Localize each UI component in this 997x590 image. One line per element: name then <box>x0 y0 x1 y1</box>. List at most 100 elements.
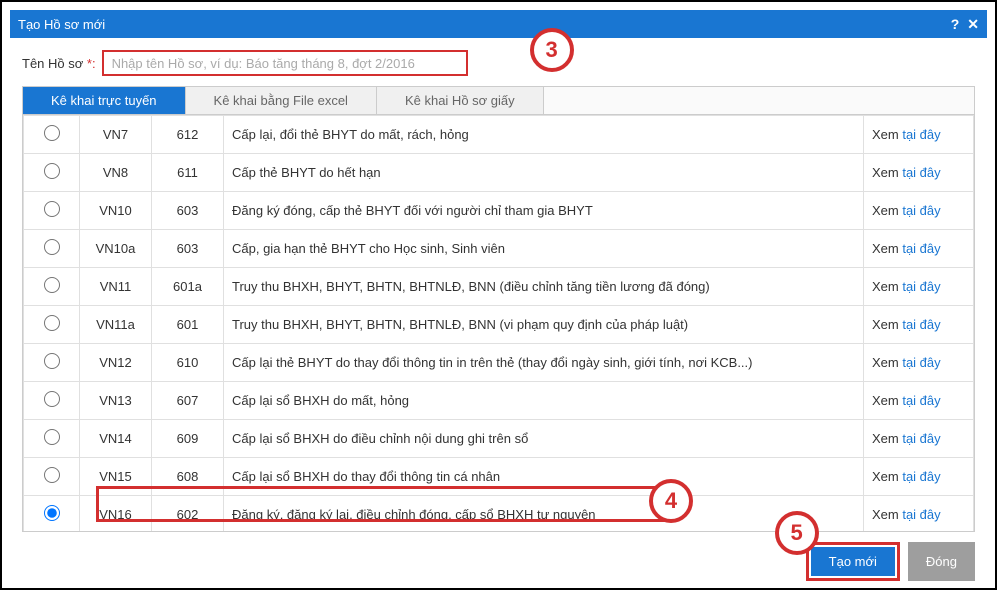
row-radio[interactable] <box>44 125 60 141</box>
view-link[interactable]: tại đây <box>902 431 940 446</box>
help-icon[interactable]: ? <box>951 16 960 33</box>
row-code: VN12 <box>80 344 152 382</box>
name-input[interactable] <box>102 50 468 76</box>
table-row: VN10603Đăng ký đóng, cấp thẻ BHYT đối vớ… <box>24 192 974 230</box>
view-link[interactable]: tại đây <box>902 393 940 408</box>
row-radio[interactable] <box>44 353 60 369</box>
row-radio[interactable] <box>44 163 60 179</box>
row-num: 610 <box>152 344 224 382</box>
table-row: VN7612Cấp lại, đổi thẻ BHYT do mất, rách… <box>24 116 974 154</box>
row-desc: Cấp, gia hạn thẻ BHYT cho Học sinh, Sinh… <box>224 230 864 268</box>
row-code: VN7 <box>80 116 152 154</box>
close-icon[interactable]: ✕ <box>967 16 979 33</box>
row-desc: Cấp thẻ BHYT do hết hạn <box>224 154 864 192</box>
row-desc: Đăng ký đóng, cấp thẻ BHYT đối với người… <box>224 192 864 230</box>
table-row: VN13607Cấp lại sổ BHXH do mất, hỏngXem t… <box>24 382 974 420</box>
row-link-cell: Xem tại đây <box>864 230 974 268</box>
callout-5: 5 <box>775 511 819 555</box>
table-row: VN10a603Cấp, gia hạn thẻ BHYT cho Học si… <box>24 230 974 268</box>
row-desc: Cấp lại, đổi thẻ BHYT do mất, rách, hỏng <box>224 116 864 154</box>
name-label: Tên Hồ sơ *: <box>22 56 96 71</box>
row-num: 607 <box>152 382 224 420</box>
row-num: 601 <box>152 306 224 344</box>
row-num: 612 <box>152 116 224 154</box>
view-link[interactable]: tại đây <box>902 127 940 142</box>
tab-right-label <box>950 87 974 114</box>
tab-online[interactable]: Kê khai trực tuyến <box>23 87 186 114</box>
row-radio[interactable] <box>44 239 60 255</box>
dialog-header: Tạo Hồ sơ mới ? ✕ <box>10 10 987 38</box>
close-button[interactable]: Đóng <box>908 542 975 581</box>
row-num: 602 <box>152 496 224 532</box>
row-desc: Cấp lại sổ BHXH do mất, hỏng <box>224 382 864 420</box>
view-link[interactable]: tại đây <box>902 469 940 484</box>
row-desc: Đăng ký, đăng ký lại, điều chỉnh đóng, c… <box>224 496 864 532</box>
create-button[interactable]: Tạo mới <box>811 547 895 576</box>
table-row: VN11601aTruy thu BHXH, BHYT, BHTN, BHTNL… <box>24 268 974 306</box>
row-desc: Truy thu BHXH, BHYT, BHTN, BHTNLĐ, BNN (… <box>224 268 864 306</box>
row-desc: Truy thu BHXH, BHYT, BHTN, BHTNLĐ, BNN (… <box>224 306 864 344</box>
dialog-footer: 5 Tạo mới Đóng <box>10 532 987 590</box>
table-row: VN16602Đăng ký, đăng ký lại, điều chỉnh … <box>24 496 974 532</box>
row-num: 603 <box>152 192 224 230</box>
callout-3: 3 <box>530 28 574 72</box>
row-code: VN11a <box>80 306 152 344</box>
dialog-title: Tạo Hồ sơ mới <box>18 17 951 32</box>
row-link-cell: Xem tại đây <box>864 192 974 230</box>
table-row: VN8611Cấp thẻ BHYT do hết hạnXem tại đây <box>24 154 974 192</box>
row-link-cell: Xem tại đây <box>864 268 974 306</box>
view-link[interactable]: tại đây <box>902 355 940 370</box>
row-link-cell: Xem tại đây <box>864 154 974 192</box>
data-table: VN7612Cấp lại, đổi thẻ BHYT do mất, rách… <box>23 115 974 531</box>
table-container: VN7612Cấp lại, đổi thẻ BHYT do mất, rách… <box>22 114 975 532</box>
tab-paper[interactable]: Kê khai Hồ sơ giấy <box>377 87 544 114</box>
row-radio[interactable] <box>44 201 60 217</box>
row-radio[interactable] <box>44 277 60 293</box>
view-link[interactable]: tại đây <box>902 165 940 180</box>
row-code: VN10 <box>80 192 152 230</box>
dialog-window: Tạo Hồ sơ mới ? ✕ Tên Hồ sơ *: 3 Kê khai… <box>10 10 987 580</box>
table-scroll[interactable]: VN7612Cấp lại, đổi thẻ BHYT do mất, rách… <box>23 115 974 531</box>
table-row: VN11a601Truy thu BHXH, BHYT, BHTN, BHTNL… <box>24 306 974 344</box>
tab-excel[interactable]: Kê khai bằng File excel <box>186 87 377 114</box>
table-row: VN12610Cấp lại thẻ BHYT do thay đổi thôn… <box>24 344 974 382</box>
tabs-bar: Kê khai trực tuyến Kê khai bằng File exc… <box>22 86 975 114</box>
row-link-cell: Xem tại đây <box>864 420 974 458</box>
row-link-cell: Xem tại đây <box>864 306 974 344</box>
row-code: VN14 <box>80 420 152 458</box>
view-link[interactable]: tại đây <box>902 241 940 256</box>
table-row: VN14609Cấp lại sổ BHXH do điều chỉnh nội… <box>24 420 974 458</box>
row-code: VN8 <box>80 154 152 192</box>
row-code: VN11 <box>80 268 152 306</box>
row-link-cell: Xem tại đây <box>864 496 974 532</box>
row-radio[interactable] <box>44 391 60 407</box>
view-link[interactable]: tại đây <box>902 279 940 294</box>
row-num: 609 <box>152 420 224 458</box>
row-num: 603 <box>152 230 224 268</box>
row-code: VN13 <box>80 382 152 420</box>
row-link-cell: Xem tại đây <box>864 116 974 154</box>
row-link-cell: Xem tại đây <box>864 458 974 496</box>
row-desc: Cấp lại thẻ BHYT do thay đổi thông tin i… <box>224 344 864 382</box>
row-radio[interactable] <box>44 315 60 331</box>
row-desc: Cấp lại sổ BHXH do điều chỉnh nội dung g… <box>224 420 864 458</box>
row-code: VN16 <box>80 496 152 532</box>
row-link-cell: Xem tại đây <box>864 382 974 420</box>
row-num: 611 <box>152 154 224 192</box>
row-code: VN10a <box>80 230 152 268</box>
row-desc: Cấp lại sổ BHXH do thay đổi thông tin cá… <box>224 458 864 496</box>
callout-4: 4 <box>649 479 693 523</box>
view-link[interactable]: tại đây <box>902 317 940 332</box>
view-link[interactable]: tại đây <box>902 203 940 218</box>
row-num: 601a <box>152 268 224 306</box>
row-num: 608 <box>152 458 224 496</box>
create-button-highlight: 5 Tạo mới <box>806 542 900 581</box>
row-radio[interactable] <box>44 467 60 483</box>
row-radio[interactable] <box>44 429 60 445</box>
row-code: VN15 <box>80 458 152 496</box>
table-row: VN15608Cấp lại sổ BHXH do thay đổi thông… <box>24 458 974 496</box>
row-radio[interactable] <box>44 505 60 521</box>
name-field-row: Tên Hồ sơ *: 3 <box>22 50 975 76</box>
row-link-cell: Xem tại đây <box>864 344 974 382</box>
view-link[interactable]: tại đây <box>902 507 940 522</box>
